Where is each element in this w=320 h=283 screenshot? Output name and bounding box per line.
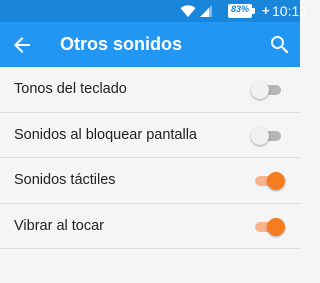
setting-label: Tonos del teclado [14,81,127,97]
setting-row-vibrar-al-tocar[interactable]: Vibrar al tocar [0,204,300,249]
setting-label: Sonidos táctiles [14,172,116,188]
setting-label: Sonidos al bloquear pantalla [14,126,197,143]
settings-list: Tonos del teclado Sonidos al bloquear pa… [0,67,300,249]
toggle-thumb [267,172,285,190]
toggle-thumb [251,81,269,99]
toggle-thumb [267,217,285,236]
signal-icon [200,5,212,17]
toggle-switch[interactable] [251,81,285,99]
toggle-thumb [251,126,269,145]
app-bar: Otros sonidos [0,22,300,67]
setting-label: Vibrar al tocar [14,217,104,234]
charging-icon: + [262,3,270,18]
battery-icon: 83% [228,4,258,18]
search-icon[interactable] [268,33,292,57]
battery-percent: 83% [230,4,249,14]
status-bar: 83% + 10:12 [0,0,307,22]
arrow-left-icon[interactable] [10,33,34,57]
setting-row-sonidos-tactiles[interactable]: Sonidos táctiles [0,158,300,204]
toggle-switch[interactable] [251,217,285,236]
setting-row-sonidos-bloquear-pantalla[interactable]: Sonidos al bloquear pantalla [0,113,300,158]
toggle-switch[interactable] [251,126,285,145]
setting-row-tonos-del-teclado[interactable]: Tonos del teclado [0,67,300,113]
page-title: Otros sonidos [60,34,183,54]
wifi-icon [180,5,196,17]
status-time: 10:12 [272,3,308,19]
toggle-switch[interactable] [251,172,285,190]
